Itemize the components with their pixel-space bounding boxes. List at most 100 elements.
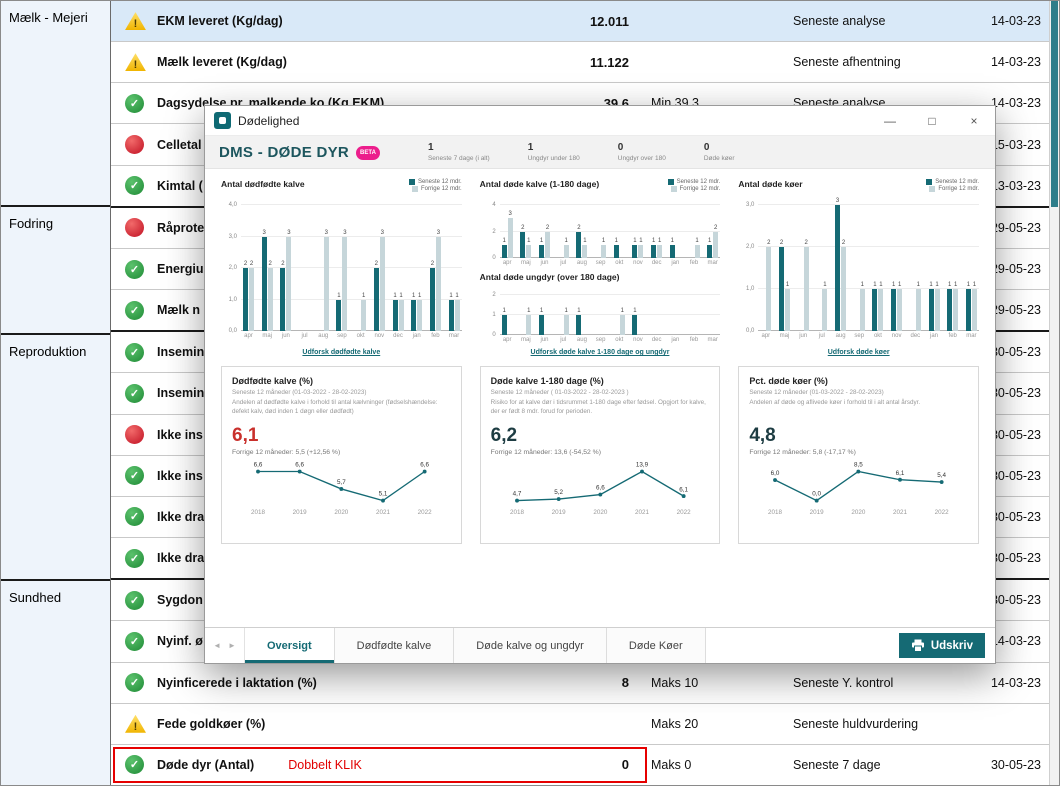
bar-value-label: 1 <box>892 282 895 289</box>
bar-wrapper: 1 <box>526 238 531 258</box>
axis-tick-label: 3,0 <box>229 234 237 240</box>
bar-group: 11 <box>872 282 883 331</box>
bars-area: 1321121211111111112 <box>500 196 721 258</box>
bar-wrapper: 1 <box>502 238 507 258</box>
minimize-icon[interactable]: — <box>869 106 911 135</box>
tab-scroll-right-icon[interactable]: ► <box>228 641 236 650</box>
month-label: nov <box>374 333 385 339</box>
bar-wrapper: 1 <box>657 238 662 258</box>
bar-previous <box>324 237 329 332</box>
month-label: aug <box>318 333 329 339</box>
tab-dødfødte-kalve[interactable]: Dødfødte kalve <box>335 628 455 663</box>
svg-text:13,9: 13,9 <box>636 462 649 469</box>
bar-value-label: 1 <box>935 282 938 289</box>
bar-wrapper: 1 <box>935 282 940 331</box>
bar-value-label: 1 <box>929 282 932 289</box>
month-axis: aprmajjunjulaugsepoktnovdecjanfebmar <box>500 260 721 266</box>
explore-link[interactable]: Udforsk døde køer <box>738 349 979 356</box>
card-description: Andelen af dødfødte kalve i forhold til … <box>232 399 451 422</box>
bar-group: 21 <box>779 240 790 331</box>
table-row[interactable]: Mælk leveret (Kg/dag)11.122Seneste afhen… <box>111 41 1049 82</box>
row-label-cell: EKM leveret (Kg/dag) <box>157 12 519 30</box>
category-label: Sundhed <box>9 590 61 605</box>
bar-current <box>872 289 877 331</box>
chart-legend: Seneste 12 mdr.Forrige 12 mdr. <box>668 179 721 192</box>
month-label: okt <box>872 333 883 339</box>
close-icon[interactable]: × <box>953 106 995 135</box>
table-row[interactable]: Fede goldkøer (%)Maks 20Seneste huldvurd… <box>111 703 1049 744</box>
scrollbar-thumb[interactable] <box>1051 1 1058 207</box>
explore-link[interactable]: Udforsk døde kalve 1-180 dage og ungdyr <box>480 349 721 356</box>
month-axis: aprmajjunjulaugsepoktnovdecjanfebmar <box>241 333 462 339</box>
status-icon <box>125 12 157 30</box>
svg-text:5,2: 5,2 <box>554 489 563 496</box>
bar-value-label: 1 <box>455 293 458 300</box>
print-button[interactable]: Udskriv <box>899 633 985 658</box>
svg-text:8,5: 8,5 <box>854 462 863 469</box>
explore-link[interactable]: Udforsk dødfødte kalve <box>221 349 462 356</box>
bar-group: 22 <box>243 261 254 331</box>
chart-plot: 2101111111 <box>500 286 721 335</box>
bar-value-label: 1 <box>502 238 505 245</box>
check-icon: ✓ <box>125 755 144 774</box>
bar-wrapper: 1 <box>953 282 958 331</box>
check-icon: ✓ <box>125 301 144 320</box>
maximize-icon[interactable]: □ <box>911 106 953 135</box>
bar-current <box>707 245 712 258</box>
stat: 1Seneste 7 dage (i alt) <box>428 143 490 162</box>
svg-text:4,7: 4,7 <box>512 491 521 498</box>
month-label: maj <box>779 333 790 339</box>
warning-icon <box>125 715 146 733</box>
bar-current <box>614 245 619 258</box>
bar-wrapper <box>558 251 563 258</box>
table-row[interactable]: EKM leveret (Kg/dag)12.011Seneste analys… <box>111 1 1049 41</box>
svg-text:6,0: 6,0 <box>771 470 780 477</box>
window-controls: — □ × <box>869 106 995 135</box>
bar-wrapper: 3 <box>508 211 513 258</box>
tab-scroll-left-icon[interactable]: ◄ <box>213 641 221 650</box>
svg-text:2021: 2021 <box>893 509 907 516</box>
bar-group: 1 <box>502 308 513 335</box>
bar-current <box>670 245 675 258</box>
bar-wrapper: 2 <box>374 261 379 331</box>
stat-value: 0 <box>704 143 735 153</box>
header-stats: 1Seneste 7 dage (i alt)1Ungdyr under 180… <box>428 143 735 162</box>
bar-value-label: 1 <box>948 282 951 289</box>
bar-wrapper <box>695 328 700 335</box>
bar-wrapper: 1 <box>632 238 637 258</box>
bar-previous <box>822 289 827 331</box>
bar-group <box>651 328 662 335</box>
tab-døde-kalve-og-ungdyr[interactable]: Døde kalve og ungdyr <box>454 628 607 663</box>
bar-group: 1 <box>816 282 827 331</box>
chart-title: Antal døde køer <box>738 179 802 189</box>
chart-plot: 4201321121211111111112 <box>500 196 721 258</box>
bar-group: 11 <box>393 293 404 332</box>
stat-label: Ungdyr over 180 <box>618 155 666 162</box>
row-value: 8 <box>519 675 629 690</box>
month-label: dec <box>393 333 404 339</box>
stat-label: Ungdyr under 180 <box>528 155 580 162</box>
row-label: Kimtal ( <box>157 179 203 193</box>
tab-oversigt[interactable]: Oversigt <box>245 628 335 663</box>
row-label: Ikke dra <box>157 551 204 565</box>
bar-wrapper: 1 <box>526 308 531 335</box>
bar-wrapper: 1 <box>822 282 827 331</box>
bar-wrapper <box>355 324 360 331</box>
card-previous: Forrige 12 måneder: 5,8 (-17,17 %) <box>749 449 968 456</box>
card-period: Seneste 12 måneder ( 01-03-2022 - 28-02-… <box>491 389 710 396</box>
month-label: okt <box>355 333 366 339</box>
bar-value-label: 2 <box>375 261 378 268</box>
svg-text:5,7: 5,7 <box>337 479 346 486</box>
tab-døde-køer[interactable]: Døde Køer <box>607 628 706 663</box>
bar-wrapper: 2 <box>576 225 581 259</box>
table-row[interactable]: ✓Nyinficerede i laktation (%)8Maks 10Sen… <box>111 662 1049 703</box>
bar-wrapper: 1 <box>449 293 454 332</box>
chart-title: Antal døde kalve (1-180 dage) <box>480 179 600 189</box>
legend-item: Forrige 12 mdr. <box>668 186 721 192</box>
svg-text:2019: 2019 <box>551 509 565 516</box>
axis-tick-label: 1,0 <box>746 286 754 292</box>
row-source: Seneste afhentning <box>779 55 964 69</box>
row-label: Ikke ins <box>157 469 203 483</box>
table-row[interactable]: ✓Døde dyr (Antal)Dobbelt KLIK0Maks 0Sene… <box>111 744 1049 785</box>
bar-previous <box>878 289 883 331</box>
